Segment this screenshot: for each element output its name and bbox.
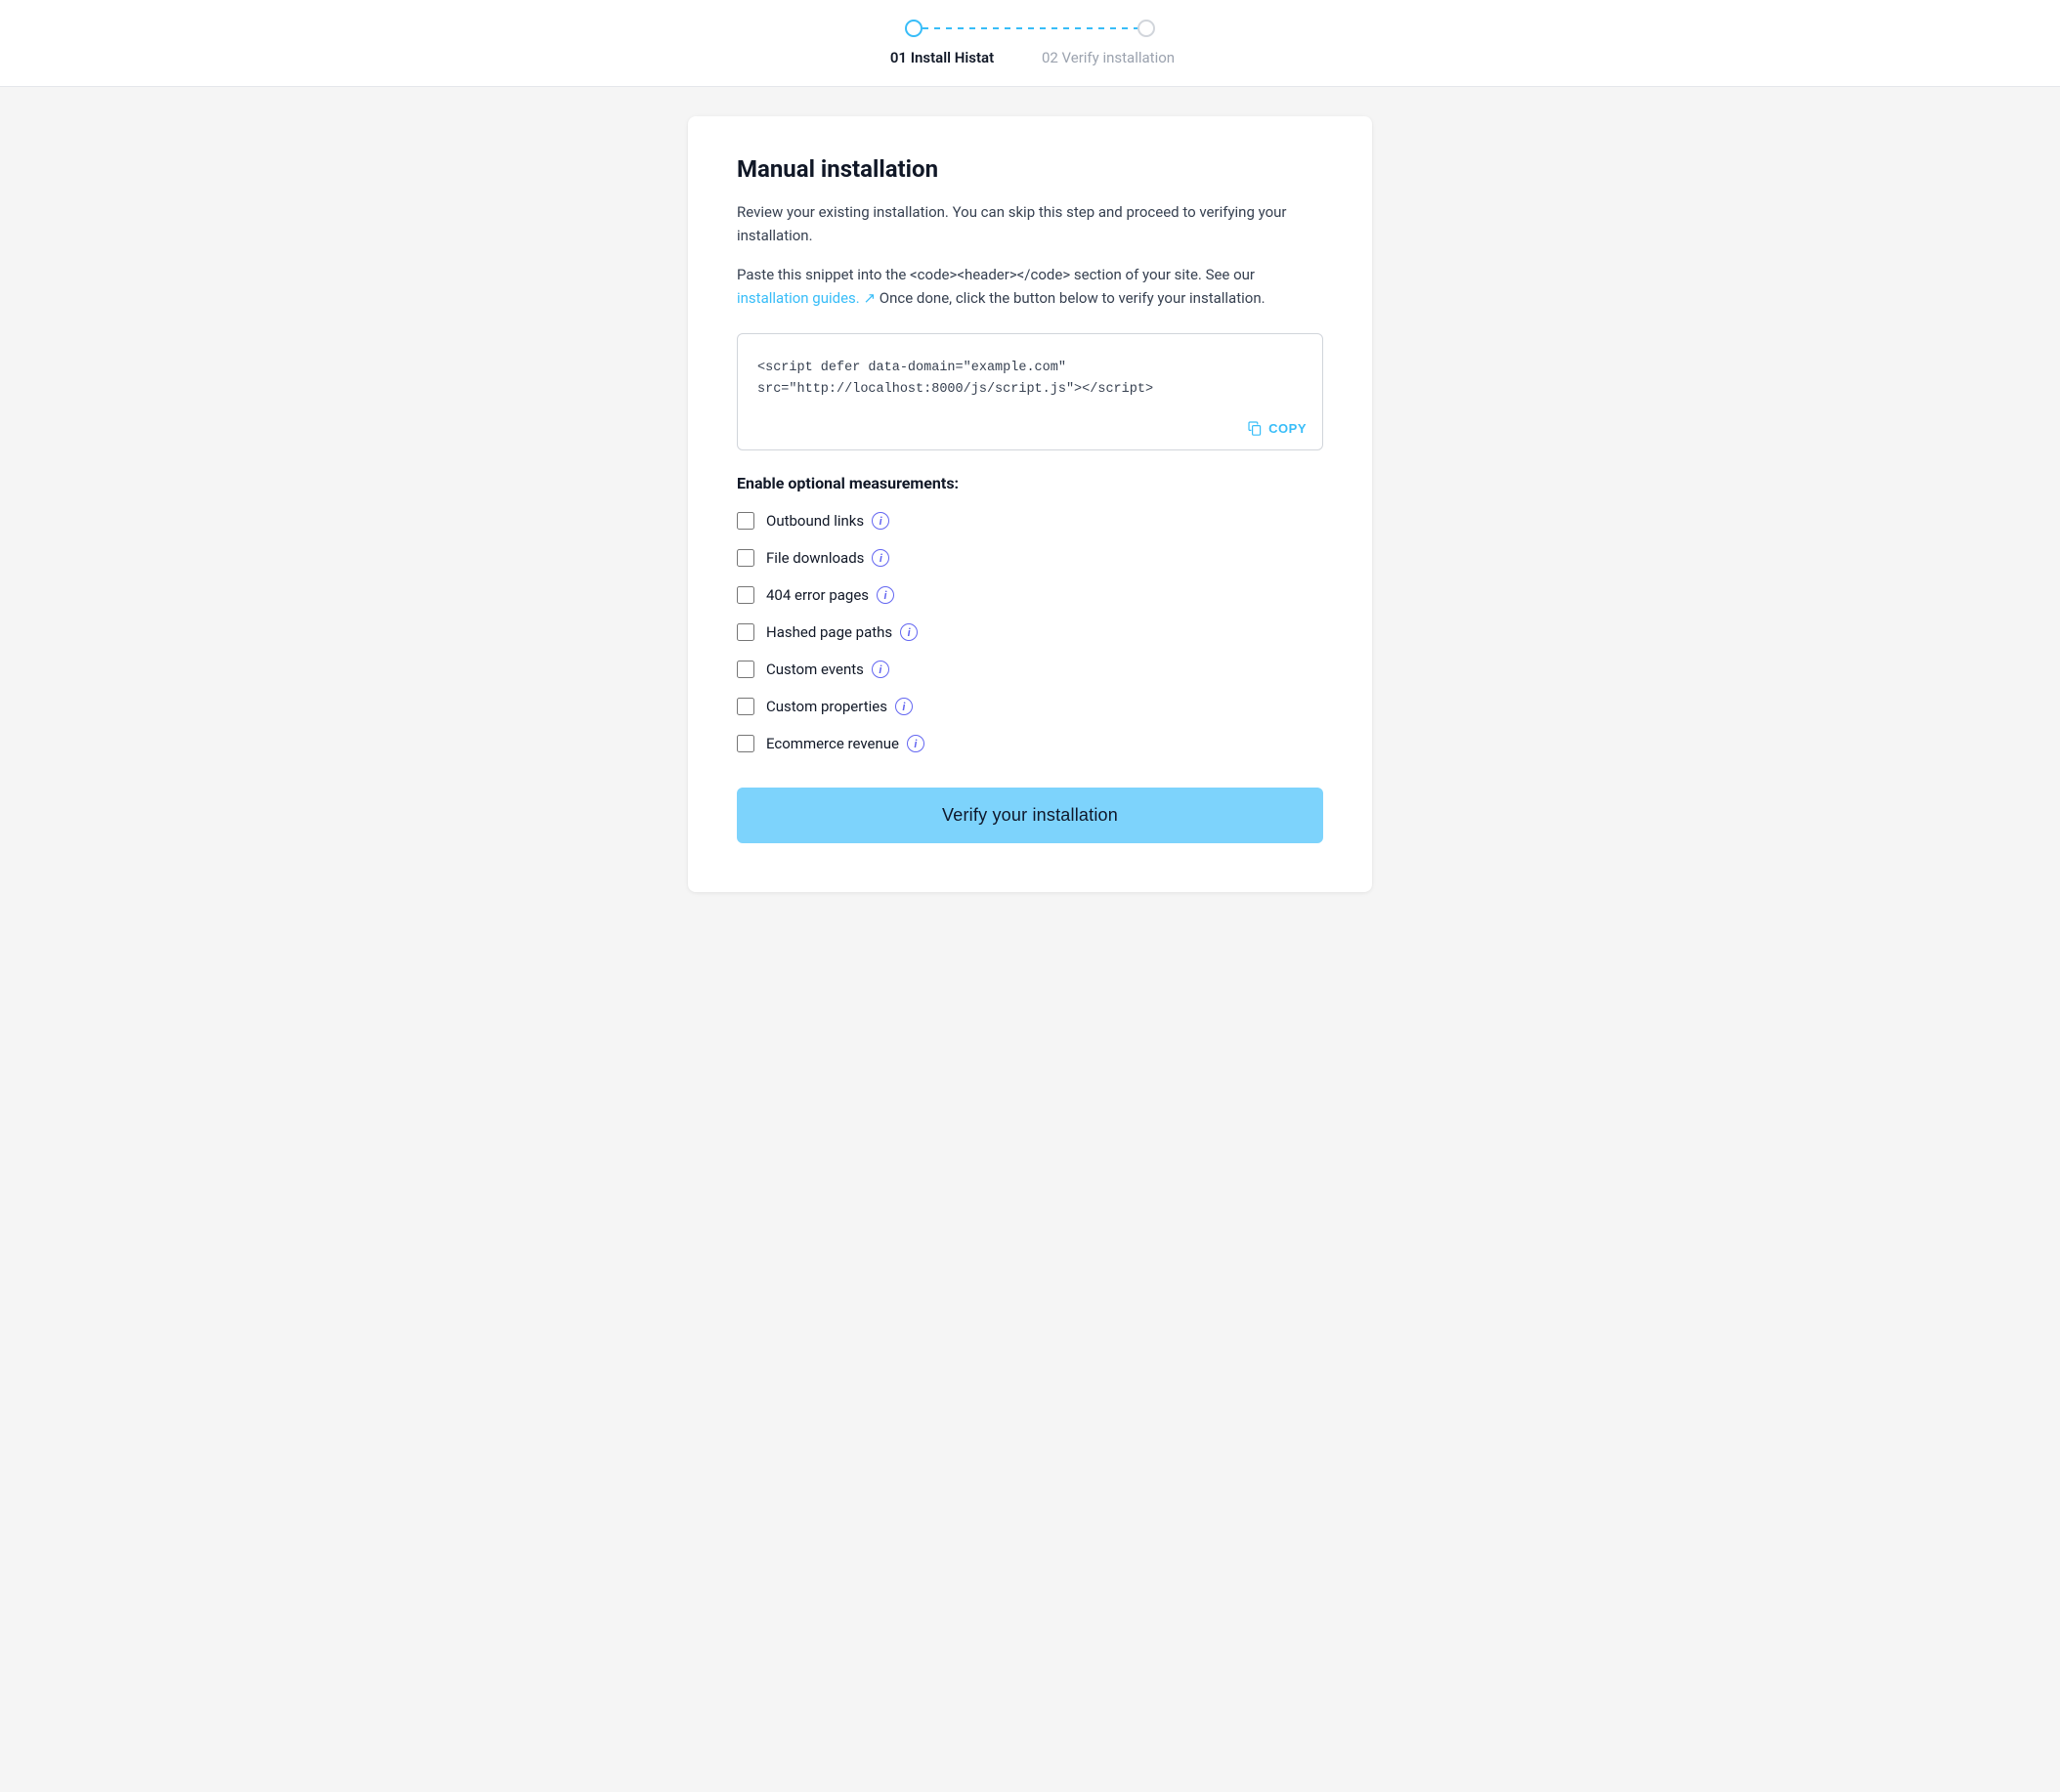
checkbox-hashed-label: Hashed page paths	[766, 623, 892, 641]
installation-guides-link[interactable]: installation guides. ↗	[737, 289, 876, 307]
outbound-links-info-icon[interactable]: i	[872, 512, 889, 530]
step1-label[interactable]: 01 Install Histat	[864, 49, 1020, 66]
stepper	[905, 20, 1155, 37]
code-snippet: <script defer data-domain="example.com" …	[757, 358, 1303, 400]
checkbox-404-error-input[interactable]	[737, 586, 754, 604]
copy-icon	[1247, 420, 1263, 436]
checkbox-outbound-links[interactable]: Outbound links i	[737, 512, 1323, 530]
verify-button[interactable]: Verify your installation	[737, 788, 1323, 843]
checkbox-hashed-input[interactable]	[737, 623, 754, 641]
step-labels: 01 Install Histat 02 Verify installation	[864, 49, 1196, 66]
checkbox-custom-events-input[interactable]	[737, 661, 754, 678]
checkbox-custom-events-label: Custom events	[766, 661, 864, 678]
checkbox-file-downloads-label: File downloads	[766, 549, 864, 567]
hashed-info-icon[interactable]: i	[900, 623, 918, 641]
description-1: Review your existing installation. You c…	[737, 200, 1323, 247]
checkbox-outbound-links-input[interactable]	[737, 512, 754, 530]
checkbox-ecommerce-input[interactable]	[737, 735, 754, 752]
step2-circle	[1137, 20, 1155, 37]
page-title: Manual installation	[737, 155, 1323, 183]
checkbox-custom-props-input[interactable]	[737, 698, 754, 715]
code-box: <script defer data-domain="example.com" …	[737, 333, 1323, 450]
copy-button[interactable]: COPY	[1247, 420, 1307, 436]
step1-circle	[905, 20, 923, 37]
checkbox-hashed-page-paths[interactable]: Hashed page paths i	[737, 623, 1323, 641]
description-2: Paste this snippet into the <code><heade…	[737, 263, 1323, 310]
checkbox-404-error-pages[interactable]: 404 error pages i	[737, 586, 1323, 604]
measurements-title: Enable optional measurements:	[737, 474, 1323, 492]
main-content: Manual installation Review your existing…	[688, 116, 1372, 892]
checkbox-file-downloads-input[interactable]	[737, 549, 754, 567]
404-info-icon[interactable]: i	[877, 586, 894, 604]
checkbox-custom-props-label: Custom properties	[766, 698, 887, 715]
checkbox-file-downloads[interactable]: File downloads i	[737, 549, 1323, 567]
checkbox-custom-properties[interactable]: Custom properties i	[737, 698, 1323, 715]
step-line	[923, 27, 1137, 29]
checkbox-outbound-links-label: Outbound links	[766, 512, 864, 530]
file-downloads-info-icon[interactable]: i	[872, 549, 889, 567]
top-bar: 01 Install Histat 02 Verify installation	[0, 0, 2060, 87]
custom-events-info-icon[interactable]: i	[872, 661, 889, 678]
custom-props-info-icon[interactable]: i	[895, 698, 913, 715]
ecommerce-info-icon[interactable]: i	[907, 735, 924, 752]
checkbox-ecommerce-label: Ecommerce revenue	[766, 735, 899, 752]
checkbox-ecommerce-revenue[interactable]: Ecommerce revenue i	[737, 735, 1323, 752]
checkbox-404-label: 404 error pages	[766, 586, 869, 604]
checkbox-custom-events[interactable]: Custom events i	[737, 661, 1323, 678]
step2-label[interactable]: 02 Verify installation	[1020, 49, 1196, 66]
checkbox-list: Outbound links i File downloads i 404 er…	[737, 512, 1323, 752]
